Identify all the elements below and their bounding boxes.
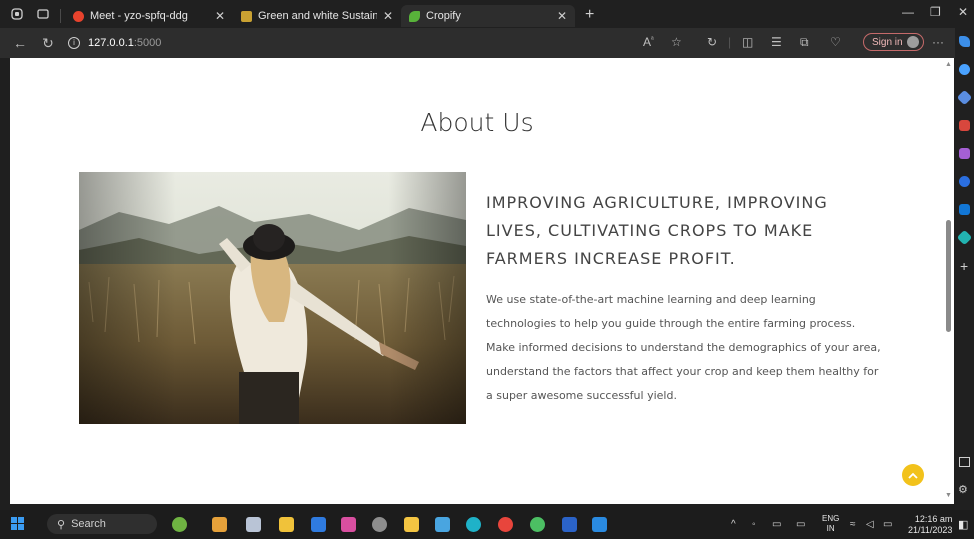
wifi-icon[interactable]: ≈	[850, 519, 856, 530]
notifications-icon[interactable]: ◧	[958, 518, 968, 531]
display-icon[interactable]: ▭	[796, 519, 805, 530]
favorite-star-icon[interactable]: ☆	[671, 35, 682, 49]
whatsapp-icon[interactable]	[530, 517, 545, 532]
edge-sidebar: + ⚙	[955, 28, 974, 510]
slides-icon	[241, 10, 252, 22]
system-clock[interactable]: 12:16 am 21/11/2023	[908, 514, 952, 536]
task-view-icon[interactable]	[246, 517, 261, 532]
read-aloud-icon[interactable]: Aᵃ	[643, 35, 654, 49]
url-host: 127.0.0.1	[88, 37, 134, 49]
toolbar-divider: |	[728, 35, 732, 49]
region-label: IN	[826, 524, 835, 533]
copilot-icon[interactable]	[959, 36, 970, 47]
outlook-icon[interactable]	[959, 204, 970, 215]
tab-cropify[interactable]: Cropify ✕	[401, 5, 575, 27]
widgets-icon[interactable]	[172, 517, 187, 532]
edge-browser-icon[interactable]	[466, 517, 481, 532]
battery-icon[interactable]: ▭	[883, 519, 892, 530]
clock-date: 21/11/2023	[908, 525, 953, 535]
scroll-down-arrow-icon[interactable]: ▼	[945, 492, 952, 499]
back-icon[interactable]: ←	[8, 35, 32, 51]
collections-icon[interactable]: ⧉	[800, 35, 809, 50]
url-field[interactable]: i 127.0.0.1:5000	[68, 37, 161, 49]
refresh-page-icon[interactable]: ↻	[707, 35, 717, 49]
favorites-icon[interactable]: ☰	[771, 35, 782, 49]
add-sidebar-app-icon[interactable]: +	[960, 258, 968, 274]
scroll-up-arrow-icon[interactable]: ▲	[945, 61, 952, 68]
split-screen-icon[interactable]: ◫	[742, 35, 753, 49]
more-menu-icon[interactable]: ···	[932, 35, 944, 49]
keyboard-icon[interactable]: ▭	[772, 519, 781, 530]
show-hidden-icons-icon[interactable]: ^	[731, 519, 736, 530]
url-port: :5000	[133, 37, 162, 49]
taskbar-search[interactable]: ⚲ Search	[47, 514, 157, 534]
games-icon[interactable]	[959, 148, 970, 159]
new-tab-icon[interactable]: +	[585, 6, 594, 24]
tab-title: Meet - yzo-spfq-ddg	[90, 10, 188, 22]
meet-app-icon[interactable]	[311, 517, 326, 532]
shopping-icon[interactable]	[956, 89, 973, 106]
windows-start-icon[interactable]	[11, 517, 25, 531]
scroll-to-top-button[interactable]	[902, 464, 924, 486]
sidebar-search-icon[interactable]	[959, 64, 970, 75]
volume-icon[interactable]: ◁	[866, 519, 874, 530]
drop-icon[interactable]	[956, 229, 973, 246]
teams-chat-icon[interactable]	[212, 517, 227, 532]
notes-icon[interactable]	[279, 517, 294, 532]
chrome-icon[interactable]	[498, 517, 513, 532]
location-icon[interactable]: ◦	[752, 519, 756, 530]
field-photo-illustration	[79, 172, 466, 424]
search-icon: ⚲	[57, 518, 66, 531]
address-bar: ← ↻ i 127.0.0.1:5000 Aᵃ ☆ ↻ | ◫ ☰ ⧉ ♡ ··…	[0, 28, 974, 58]
restore-icon[interactable]: ❐	[930, 5, 941, 19]
tools-icon[interactable]	[959, 120, 970, 131]
taskbar-search-label: Search	[71, 518, 106, 530]
tab-slides[interactable]: Green and white Sustainability m ✕	[233, 5, 401, 27]
tab-title: Green and white Sustainability m	[258, 10, 377, 22]
workspaces-icon[interactable]	[8, 5, 26, 23]
sign-in-button[interactable]: Sign in	[863, 33, 924, 51]
refresh-icon[interactable]: ↻	[36, 35, 60, 52]
close-icon[interactable]: ✕	[557, 9, 567, 23]
language-label: ENG	[822, 514, 840, 523]
settings-icon[interactable]	[372, 517, 387, 532]
browser-essentials-icon[interactable]: ♡	[830, 35, 841, 49]
close-icon[interactable]: ✕	[215, 9, 225, 23]
microsoft365-icon[interactable]	[959, 176, 970, 187]
tab-actions-icon[interactable]	[34, 5, 52, 23]
sign-in-label: Sign in	[872, 36, 903, 48]
minimize-icon[interactable]: —	[902, 5, 914, 19]
tab-title: Cropify	[426, 10, 461, 22]
language-indicator[interactable]: ENG IN	[822, 514, 839, 534]
about-headline: IMPROVING AGRICULTURE, IMPROVING LIVES, …	[486, 193, 828, 268]
word-icon[interactable]	[562, 517, 577, 532]
page-scrollbar[interactable]: ▲ ▼	[944, 58, 954, 504]
scrollbar-thumb[interactable]	[946, 220, 951, 332]
avatar	[906, 36, 919, 48]
about-description: We use state-of-the-art machine learning…	[486, 293, 881, 402]
chevron-up-icon	[908, 472, 918, 479]
hide-sidebar-icon[interactable]	[959, 457, 970, 467]
vscode-icon[interactable]	[592, 517, 607, 532]
page-title: About Us	[420, 108, 534, 137]
tab-separator	[60, 9, 61, 23]
meet-icon	[73, 10, 84, 22]
windows-taskbar: ⚲ Search ^ ◦ ▭ ▭ ENG IN ≈ ◁ ▭ ◧	[0, 510, 974, 539]
page-viewport: About Us IMPROVING AGRICULTURE, IMPROVIN…	[10, 58, 944, 504]
photos-icon[interactable]	[341, 517, 356, 532]
read-aloud-label: A	[643, 35, 652, 49]
sidebar-settings-icon[interactable]: ⚙	[958, 483, 968, 496]
window-close-icon[interactable]: ✕	[958, 5, 968, 19]
clock-time: 12:16 am	[914, 514, 953, 524]
info-icon[interactable]: i	[68, 37, 80, 49]
about-photo	[79, 172, 466, 424]
tab-strip: Meet - yzo-spfq-ddg ✕ Green and white Su…	[0, 0, 974, 28]
tab-meet[interactable]: Meet - yzo-spfq-ddg ✕	[65, 5, 233, 27]
mail-icon[interactable]	[435, 517, 450, 532]
leaf-icon	[409, 10, 420, 22]
file-explorer-icon[interactable]	[404, 517, 419, 532]
close-icon[interactable]: ✕	[383, 9, 393, 23]
